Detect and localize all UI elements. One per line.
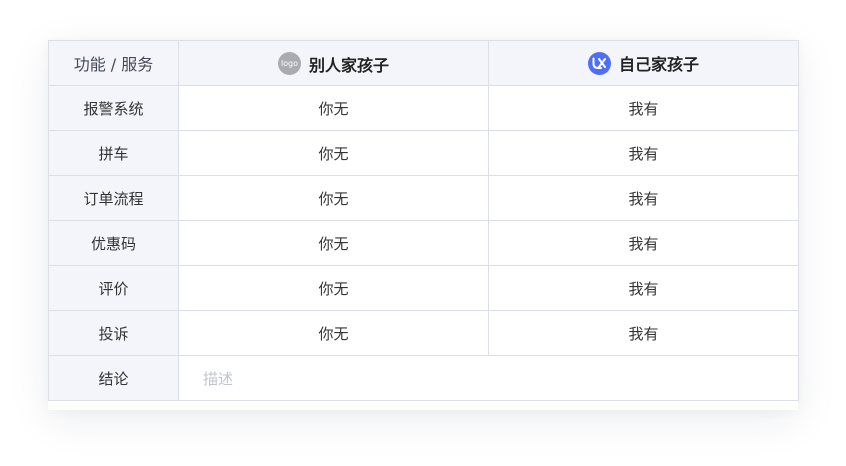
feature-cell: 投诉 <box>48 310 179 356</box>
competitor-column-header: logo 别人家孩子 <box>178 40 489 86</box>
competitor-value-cell: 你无 <box>178 175 489 221</box>
conclusion-description-field[interactable]: 描述 <box>178 355 799 401</box>
table-row: 拼车 你无 我有 <box>48 130 799 176</box>
feature-cell: 优惠码 <box>48 220 179 266</box>
comparison-table: 功能 / 服务 logo 别人家孩子 自己家孩子 报警系统 你无 我有 拼车 你… <box>48 40 799 401</box>
ux-logo-glyph-icon <box>592 57 606 69</box>
feature-cell: 评价 <box>48 265 179 311</box>
feature-cell: 订单流程 <box>48 175 179 221</box>
table-row: 报警系统 你无 我有 <box>48 85 799 131</box>
feature-cell: 报警系统 <box>48 85 179 131</box>
ours-vendor: 自己家孩子 <box>587 51 699 75</box>
feature-cell: 拼车 <box>48 130 179 176</box>
comparison-card: 功能 / 服务 logo 别人家孩子 自己家孩子 报警系统 你无 我有 拼车 你… <box>48 40 799 410</box>
ours-value-cell: 我有 <box>488 175 799 221</box>
table-row: 订单流程 你无 我有 <box>48 175 799 221</box>
competitor-vendor: logo 别人家孩子 <box>277 52 389 76</box>
ux-logo-icon <box>587 51 611 75</box>
competitor-value-cell: 你无 <box>178 85 489 131</box>
ours-value-cell: 我有 <box>488 310 799 356</box>
table-header-row: 功能 / 服务 logo 别人家孩子 自己家孩子 <box>48 40 799 86</box>
ours-value-cell: 我有 <box>488 130 799 176</box>
conclusion-row: 结论 描述 <box>48 355 799 401</box>
competitor-value-cell: 你无 <box>178 310 489 356</box>
ours-name: 自己家孩子 <box>618 55 699 74</box>
ours-value-cell: 我有 <box>488 265 799 311</box>
competitor-value-cell: 你无 <box>178 130 489 176</box>
competitor-value-cell: 你无 <box>178 265 489 311</box>
table-row: 投诉 你无 我有 <box>48 310 799 356</box>
conclusion-label: 结论 <box>48 355 179 401</box>
feature-column-header: 功能 / 服务 <box>48 40 179 86</box>
ours-column-header: 自己家孩子 <box>488 40 799 86</box>
competitor-value-cell: 你无 <box>178 220 489 266</box>
competitor-name: 别人家孩子 <box>308 55 389 75</box>
table-row: 评价 你无 我有 <box>48 265 799 311</box>
table-row: 优惠码 你无 我有 <box>48 220 799 266</box>
competitor-logo-icon: logo <box>277 52 301 75</box>
ours-value-cell: 我有 <box>488 220 799 266</box>
ours-value-cell: 我有 <box>488 85 799 131</box>
